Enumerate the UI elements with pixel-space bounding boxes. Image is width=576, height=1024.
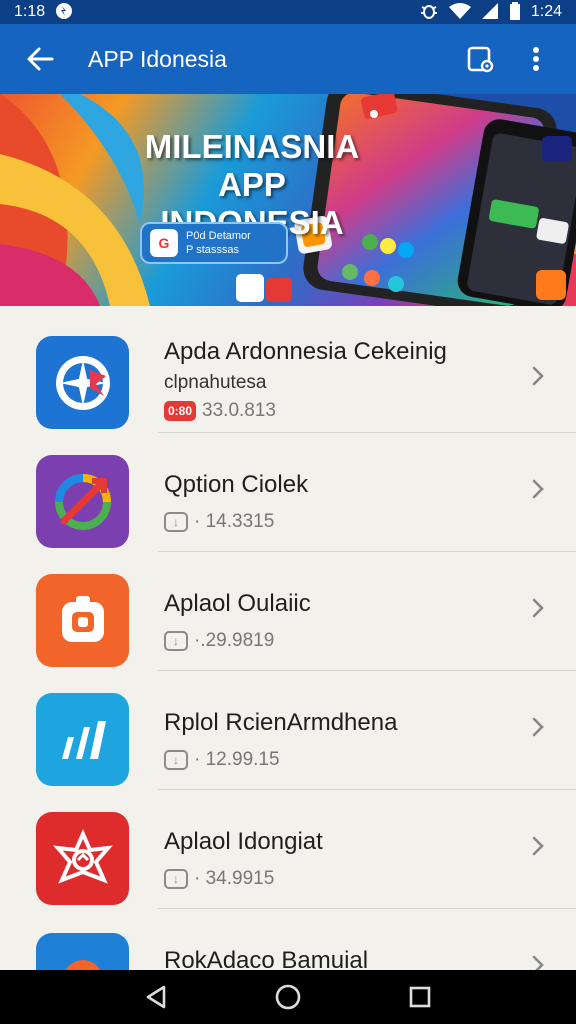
list-item[interactable]: Qption Ciolek ↓ · 14.3315 [0,433,576,552]
chevron-right-icon [526,834,550,858]
promo-banner[interactable]: MILEINASNIA APP INDONESIA G P0d Detamor … [0,94,576,306]
status-time-left: 1:18 [14,3,46,20]
signal-icon [481,2,499,23]
screen-search-icon [467,46,494,73]
app-meta-value: ·.29.9819 [194,630,275,651]
nav-home-button[interactable] [268,977,308,1017]
badge-line2: P stasssas [186,244,239,256]
list-item[interactable]: Apda Ardonnesia Cekeinig clpnahutesa 0:8… [0,314,576,433]
chevron-right-icon [526,715,550,739]
nav-recents-button[interactable] [400,977,440,1017]
list-item[interactable]: RokAdaco Bamuial [0,909,576,970]
app-icon [36,933,129,970]
circle-home-icon [275,984,301,1010]
page-title: APP Idonesia [88,45,227,72]
app-list: Apda Ardonnesia Cekeinig clpnahutesa 0:8… [0,314,576,970]
app-tag-badge: 0:80 [164,401,197,421]
more-vert-icon [533,47,539,71]
app-name: Aplaol Idongiat [164,828,323,855]
app-meta: 0:80 33.0.813 [164,400,276,422]
app-name: Aplaol Oulaiic [164,590,311,617]
arrow-left-icon [27,47,54,71]
app-meta: ↓ · 14.3315 [164,511,274,533]
compass-bird-icon [36,336,129,429]
camera-frame-icon [36,574,129,667]
download-icon: ↓ [164,869,188,889]
banner-badge[interactable]: G P0d Detamor P stasssas [140,222,288,264]
bars-icon [36,693,129,786]
app-bar: APP Idonesia [0,24,576,94]
status-bar: 1:18 1:24 [0,0,576,24]
app-meta-value: · 14.3315 [194,511,275,532]
download-icon: ↓ [164,750,188,770]
notification-icon [55,2,73,23]
chevron-right-icon [526,364,550,388]
more-options-button[interactable] [516,39,556,79]
swirl-arrow-icon [36,455,129,548]
list-item[interactable]: Aplaol Oulaiic ↓ ·.29.9819 [0,552,576,671]
chevron-right-icon [526,953,550,970]
app-meta-value: 33.0.813 [202,400,276,421]
triangle-back-icon [146,985,166,1009]
screenshot-search-button[interactable] [460,39,500,79]
app-meta: ↓ ·.29.9819 [164,630,274,652]
app-meta: ↓ · 34.9915 [164,868,274,890]
download-icon: ↓ [164,631,188,651]
banner-title-line1: MILEINASNIA [144,128,360,165]
wifi-icon [448,2,471,23]
chevron-right-icon [526,477,550,501]
screen: 1:18 1:24 APP Idonesia MILEINASNIA APP G… [0,0,576,1024]
status-time-right: 1:24 [530,3,562,20]
app-meta-value: · 34.9915 [194,868,275,889]
chevron-right-icon [526,596,550,620]
app-name: Apda Ardonnesia Cekeinig [164,338,447,365]
badge-logo-icon: G [150,229,178,257]
app-name: Rplol RcienArmdhena [164,709,398,736]
badge-line1: P0d Detamor [186,230,251,242]
back-button[interactable] [20,39,60,79]
nav-back-button[interactable] [136,977,176,1017]
app-name: RokAdaco Bamuial [164,947,369,970]
navigation-bar [0,970,576,1024]
list-item[interactable]: Rplol RcienArmdhena ↓ · 12.99.15 [0,671,576,790]
star-burst-icon [36,812,129,905]
app-subtitle: clpnahutesa [164,372,267,393]
square-recents-icon [409,986,431,1008]
download-icon: ↓ [164,512,188,532]
app-meta: ↓ · 12.99.15 [164,749,280,771]
list-item[interactable]: Aplaol Idongiat ↓ · 34.9915 [0,790,576,909]
app-meta-value: · 12.99.15 [194,749,280,770]
app-name: Qption Ciolek [164,471,309,498]
bug-icon [419,2,439,23]
battery-icon [509,1,521,23]
